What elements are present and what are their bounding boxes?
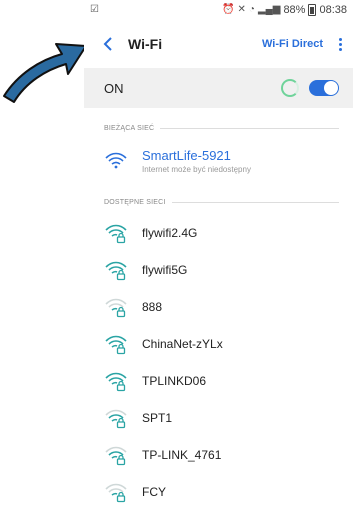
battery-icon bbox=[308, 4, 317, 16]
current-network-header: BIEŻĄCA SIEĆ bbox=[104, 124, 155, 132]
wifi-locked-icon bbox=[105, 261, 127, 280]
current-network-name: SmartLife-5921 bbox=[142, 148, 231, 163]
network-item[interactable]: TP-LINK_4761 bbox=[104, 436, 339, 473]
app-bar: Wi-Fi Wi-Fi Direct bbox=[84, 20, 353, 68]
network-name: ChinaNet-zYLx bbox=[142, 336, 223, 351]
current-network-section: BIEŻĄCA SIEĆ SmartLife-5921 Internet moż… bbox=[84, 116, 353, 182]
status-bar: ☑ ⏰ ✕ ◔ ▂▄▆ 88% 08:38 bbox=[84, 0, 353, 20]
battery-percent: 88% bbox=[283, 4, 306, 16]
wifi-direct-button[interactable]: Wi-Fi Direct bbox=[262, 38, 323, 50]
wifi-locked-icon bbox=[105, 446, 127, 465]
network-name: flywifi2.4G bbox=[142, 225, 198, 240]
wifi-status-icon: ◔ bbox=[248, 4, 255, 15]
page-title: Wi-Fi bbox=[128, 36, 163, 52]
wifi-toggle-switch[interactable] bbox=[309, 80, 339, 96]
back-arrow-icon bbox=[103, 37, 112, 51]
scanning-spinner-icon bbox=[281, 79, 299, 97]
wifi-locked-icon bbox=[105, 483, 127, 502]
network-list: flywifi2.4G flywifi5G 888 ChinaNet-zYLx TPLI… bbox=[104, 214, 339, 510]
network-item[interactable]: TPLINKD06 bbox=[104, 362, 339, 399]
network-name: TPLINKD06 bbox=[142, 373, 207, 388]
divider bbox=[160, 127, 339, 129]
alarm-icon: ⏰ bbox=[222, 4, 235, 15]
network-name: flywifi5G bbox=[142, 262, 188, 277]
wifi-locked-icon bbox=[105, 298, 127, 317]
network-item[interactable]: FCY bbox=[104, 473, 339, 510]
network-item[interactable]: 888 bbox=[104, 288, 339, 325]
notification-icon: ☑ bbox=[90, 4, 99, 15]
available-networks-section: DOSTĘPNE SIECI flywifi2.4G flywifi5G 888 Ch… bbox=[84, 190, 353, 510]
wifi-toggle-row[interactable]: ON bbox=[84, 68, 353, 108]
wifi-connected-icon bbox=[105, 152, 127, 169]
signal-icon: ▂▄▆ bbox=[257, 4, 281, 15]
current-network-status: Internet może być niedostępny bbox=[142, 165, 251, 174]
wifi-locked-icon bbox=[105, 409, 127, 428]
clock: 08:38 bbox=[319, 4, 347, 16]
wifi-locked-icon bbox=[105, 224, 127, 243]
network-name: SPT1 bbox=[142, 410, 173, 425]
network-item[interactable]: ChinaNet-zYLx bbox=[104, 325, 339, 362]
wifi-locked-icon bbox=[105, 335, 127, 354]
wifi-locked-icon bbox=[105, 372, 127, 391]
network-name: 888 bbox=[142, 299, 163, 314]
more-options-icon[interactable] bbox=[333, 37, 347, 51]
wifi-state-label: ON bbox=[104, 80, 124, 96]
network-name: FCY bbox=[142, 484, 166, 499]
network-item[interactable]: flywifi5G bbox=[104, 251, 339, 288]
wifi-settings-screen: ☑ ⏰ ✕ ◔ ▂▄▆ 88% 08:38 Wi-Fi Wi-Fi Direct… bbox=[84, 0, 353, 514]
network-item[interactable]: SPT1 bbox=[104, 399, 339, 436]
annotation-arrow bbox=[3, 43, 87, 103]
current-network-item[interactable]: SmartLife-5921 Internet może być niedost… bbox=[104, 140, 339, 182]
mute-icon: ✕ bbox=[237, 4, 246, 15]
network-name: TP-LINK_4761 bbox=[142, 447, 222, 462]
available-networks-header: DOSTĘPNE SIECI bbox=[104, 198, 166, 206]
back-button[interactable] bbox=[98, 34, 118, 54]
network-item[interactable]: flywifi2.4G bbox=[104, 214, 339, 251]
divider bbox=[171, 201, 339, 203]
